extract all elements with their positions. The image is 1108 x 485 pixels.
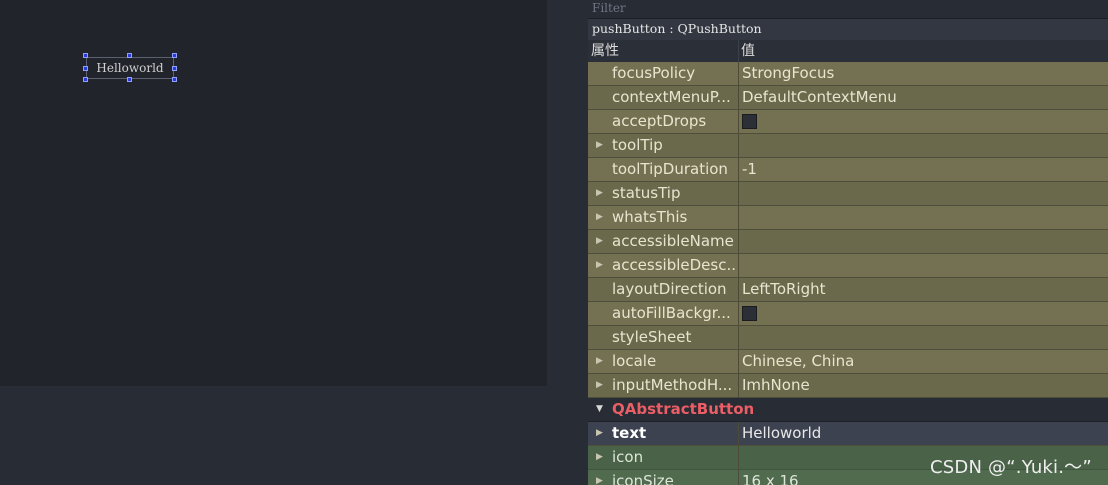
column-separator — [738, 62, 739, 86]
property-name: locale — [612, 352, 657, 370]
property-value[interactable]: Helloworld — [742, 422, 821, 445]
property-table-header: 属性 值 — [588, 40, 1108, 63]
expand-arrow-icon[interactable]: ▶ — [596, 374, 606, 397]
property-value[interactable]: LeftToRight — [742, 278, 826, 301]
property-value[interactable]: -1 — [742, 158, 757, 181]
property-row-statustip[interactable]: ▶ statusTip — [588, 182, 1108, 206]
property-rows: focusPolicy StrongFocus contextMenuP... Def… — [588, 62, 1108, 485]
property-value[interactable]: ImhNone — [742, 374, 810, 397]
property-value[interactable]: Chinese, China — [742, 350, 854, 373]
expand-arrow-icon[interactable]: ▶ — [596, 422, 606, 445]
column-separator — [738, 326, 739, 350]
property-checkbox[interactable] — [742, 306, 757, 321]
filter-placeholder: Filter — [592, 1, 626, 15]
object-class-label: pushButton : QPushButton — [588, 19, 1108, 40]
property-group-label: QAbstractButton — [612, 400, 755, 418]
column-separator — [738, 470, 739, 485]
column-separator — [738, 86, 739, 110]
expand-arrow-icon[interactable]: ▶ — [596, 134, 606, 157]
helloworld-push-button[interactable]: Helloworld — [86, 57, 174, 79]
column-separator — [738, 110, 739, 134]
column-separator — [738, 230, 739, 254]
property-name: layoutDirection — [612, 280, 727, 298]
column-separator — [738, 206, 739, 230]
property-group-qabstractbutton[interactable]: ▼ QAbstractButton — [588, 398, 1108, 422]
column-separator — [738, 350, 739, 374]
property-name: accessibleDesc... — [612, 256, 736, 274]
property-name: statusTip — [612, 184, 681, 202]
property-row-whatsthis[interactable]: ▶ whatsThis — [588, 206, 1108, 230]
expand-arrow-icon[interactable]: ▶ — [596, 230, 606, 253]
property-editor-panel: Filter pushButton : QPushButton 属性 值 foc… — [588, 0, 1108, 485]
property-name: focusPolicy — [612, 64, 696, 82]
resize-handle-bottom-right[interactable] — [172, 77, 177, 82]
splitter[interactable] — [547, 0, 588, 485]
resize-handle-bottom-left[interactable] — [83, 77, 88, 82]
collapse-arrow-icon[interactable]: ▼ — [596, 398, 606, 421]
column-separator — [738, 374, 739, 398]
property-name: whatsThis — [612, 208, 688, 226]
property-value[interactable]: 16 x 16 — [742, 470, 799, 485]
form-canvas[interactable]: Helloworld — [0, 0, 547, 386]
resize-handle-top-right[interactable] — [172, 53, 177, 58]
property-row-tooltipduration[interactable]: toolTipDuration -1 — [588, 158, 1108, 182]
resize-handle-middle-right[interactable] — [172, 66, 177, 71]
column-separator — [738, 278, 739, 302]
header-separator[interactable] — [738, 40, 739, 62]
property-row-text[interactable]: ▶ text Helloworld — [588, 422, 1108, 446]
property-row-tooltip[interactable]: ▶ toolTip — [588, 134, 1108, 158]
column-separator — [738, 446, 739, 470]
property-checkbox[interactable] — [742, 114, 757, 129]
property-name: text — [612, 424, 647, 442]
property-name: icon — [612, 448, 644, 466]
property-value[interactable]: StrongFocus — [742, 62, 834, 85]
expand-arrow-icon[interactable]: ▶ — [596, 182, 606, 205]
property-name: accessibleName — [612, 232, 734, 250]
header-property[interactable]: 属性 — [591, 40, 619, 62]
property-name: contextMenuP... — [612, 88, 731, 106]
property-row-locale[interactable]: ▶ locale Chinese, China — [588, 350, 1108, 374]
property-name: inputMethodH... — [612, 376, 733, 394]
property-name: toolTipDuration — [612, 160, 728, 178]
property-name: acceptDrops — [612, 112, 707, 130]
property-row-autofillbackgr[interactable]: autoFillBackgr... — [588, 302, 1108, 326]
push-button-label: Helloworld — [96, 61, 164, 75]
expand-arrow-icon[interactable]: ▶ — [596, 206, 606, 229]
expand-arrow-icon[interactable]: ▶ — [596, 350, 606, 373]
property-row-accessiblename[interactable]: ▶ accessibleName — [588, 230, 1108, 254]
property-value[interactable]: DefaultContextMenu — [742, 86, 897, 109]
resize-handle-bottom-center[interactable] — [127, 77, 132, 82]
column-separator — [738, 422, 739, 446]
property-name: autoFillBackgr... — [612, 304, 731, 322]
column-separator — [738, 182, 739, 206]
resize-handle-middle-left[interactable] — [83, 66, 88, 71]
property-row-accessibledesc[interactable]: ▶ accessibleDesc... — [588, 254, 1108, 278]
form-background — [0, 386, 547, 485]
property-row-inputmethodh[interactable]: ▶ inputMethodH... ImhNone — [588, 374, 1108, 398]
column-separator — [738, 134, 739, 158]
expand-arrow-icon[interactable]: ▶ — [596, 446, 606, 469]
expand-arrow-icon[interactable]: ▶ — [596, 254, 606, 277]
property-name: iconSize — [612, 472, 674, 485]
filter-input[interactable]: Filter — [588, 0, 1108, 19]
column-separator — [738, 254, 739, 278]
property-name: toolTip — [612, 136, 663, 154]
property-row-acceptdrops[interactable]: acceptDrops — [588, 110, 1108, 134]
watermark: CSDN @“.Yuki.～” — [930, 457, 1092, 478]
property-name: styleSheet — [612, 328, 692, 346]
resize-handle-top-left[interactable] — [83, 53, 88, 58]
property-row-layoutdirection[interactable]: layoutDirection LeftToRight — [588, 278, 1108, 302]
property-row-focuspolicy[interactable]: focusPolicy StrongFocus — [588, 62, 1108, 86]
column-separator — [738, 302, 739, 326]
column-separator — [738, 158, 739, 182]
property-row-contextmenup[interactable]: contextMenuP... DefaultContextMenu — [588, 86, 1108, 110]
resize-handle-top-center[interactable] — [127, 53, 132, 58]
property-row-stylesheet[interactable]: styleSheet — [588, 326, 1108, 350]
expand-arrow-icon[interactable]: ▶ — [596, 470, 606, 485]
header-value[interactable]: 值 — [741, 40, 755, 62]
